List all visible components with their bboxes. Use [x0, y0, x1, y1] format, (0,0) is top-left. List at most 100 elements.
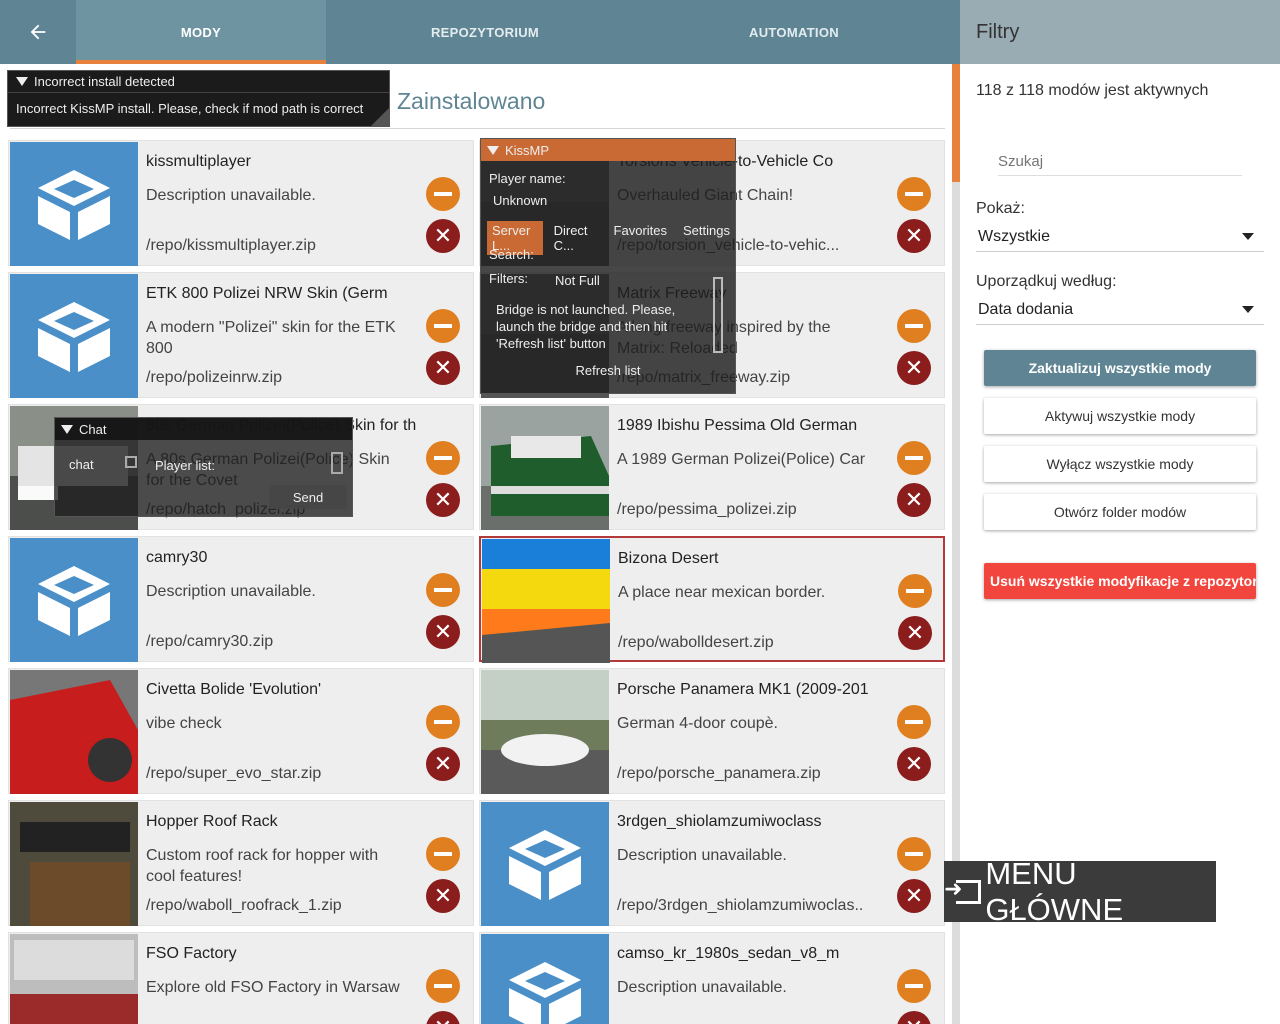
remove-repo-mods-button[interactable]: Usuń wszystkie modyfikacje z repozytoriu…: [984, 563, 1256, 599]
disable-mod-button[interactable]: [898, 574, 932, 608]
mod-title: FSO Factory: [146, 945, 237, 962]
disable-mod-button[interactable]: [426, 837, 460, 871]
scrollbar-thumb[interactable]: [952, 64, 960, 182]
disable-mod-button[interactable]: [426, 969, 460, 1003]
close-icon: ✕: [433, 223, 453, 248]
delete-mod-button[interactable]: ✕: [897, 747, 931, 781]
disable-mod-button[interactable]: [897, 705, 931, 739]
close-icon: ✕: [904, 751, 924, 776]
delete-mod-button[interactable]: ✕: [897, 483, 931, 517]
search-input[interactable]: [998, 148, 1242, 176]
delete-mod-button[interactable]: ✕: [426, 483, 460, 517]
show-select[interactable]: Wszystkie: [976, 222, 1264, 252]
disable-mod-button[interactable]: [426, 309, 460, 343]
kissmp-window: KissMP Player name: Unknown Server L... …: [480, 138, 736, 394]
delete-mod-button[interactable]: ✕: [897, 1011, 931, 1024]
mod-card[interactable]: Porsche Panamera MK1 (2009-201 German 4-d…: [479, 668, 945, 794]
main-menu-label: MENU GŁÓWNE: [985, 855, 1124, 927]
close-icon: ✕: [433, 751, 453, 776]
disable-mod-button[interactable]: [426, 177, 460, 211]
sort-label: Uporządkuj według:: [976, 273, 1117, 290]
delete-mod-button[interactable]: ✕: [897, 879, 931, 913]
delete-mod-button[interactable]: ✕: [897, 219, 931, 253]
close-icon: ✕: [904, 883, 924, 908]
sort-select[interactable]: Data dodania: [976, 295, 1264, 325]
mod-thumbnail: [10, 142, 138, 266]
send-button[interactable]: Send: [269, 485, 347, 509]
mods-list-area: Zainstalowano kissmultiplayer Description…: [0, 64, 952, 1024]
main-menu-button[interactable]: MENU GŁÓWNE: [944, 856, 1216, 927]
close-icon: ✕: [905, 1017, 923, 1024]
player-list-scroll-icon[interactable]: [331, 452, 343, 474]
filters-value[interactable]: Not Full: [555, 273, 600, 288]
disable-mod-button[interactable]: [426, 573, 460, 607]
mod-description: Custom roof rack for hopper with cool fe…: [146, 847, 379, 885]
mod-title: Bizona Desert: [618, 550, 719, 567]
delete-mod-button[interactable]: ✕: [897, 351, 931, 385]
collapse-triangle-icon[interactable]: [487, 145, 499, 155]
tab-direct-connect[interactable]: Direct C...: [549, 221, 603, 255]
mod-card[interactable]: Hopper Roof Rack Custom roof rack for hop…: [8, 800, 474, 926]
mod-thumbnail: [10, 934, 138, 1024]
install-error-title: Incorrect install detected: [34, 74, 175, 89]
mod-title: 3rdgen_shiolamzumiwoclass: [617, 813, 822, 830]
mod-thumbnail: [481, 934, 609, 1024]
kissmp-scrollbar[interactable]: [713, 277, 723, 353]
tab-settings[interactable]: Settings: [678, 221, 735, 255]
close-icon: ✕: [905, 620, 925, 645]
disable-mod-button[interactable]: [897, 837, 931, 871]
mod-description: A place near mexican border.: [618, 584, 826, 601]
tab-mody[interactable]: MODY: [76, 0, 326, 64]
mod-thumbnail: [482, 539, 610, 663]
mod-card[interactable]: 1989 Ibishu Pessima Old German A 1989 Ger…: [479, 404, 945, 530]
delete-mod-button[interactable]: ✕: [426, 1011, 460, 1024]
tab-repozytorium[interactable]: REPOZYTORIUM: [326, 0, 644, 64]
mod-description: Description unavailable.: [146, 187, 316, 204]
delete-mod-button[interactable]: ✕: [426, 351, 460, 385]
delete-mod-button[interactable]: ✕: [426, 615, 460, 649]
disable-all-button[interactable]: Wyłącz wszystkie mody: [984, 446, 1256, 482]
player-list-label: Player list:: [155, 458, 215, 473]
mod-card[interactable]: camso_kr_1980s_sedan_v8_m Description una…: [479, 932, 945, 1024]
disable-mod-button[interactable]: [897, 969, 931, 1003]
mod-card[interactable]: ETK 800 Polizei NRW Skin (Germ A modern "…: [8, 272, 474, 398]
delete-mod-button[interactable]: ✕: [426, 219, 460, 253]
chat-window: Chat chat Player list: Send: [54, 417, 353, 517]
bridge-message: Bridge is not launched. Please, launch t…: [496, 302, 676, 351]
mod-card[interactable]: Bizona Desert A place near mexican border…: [479, 536, 945, 663]
delete-mod-button[interactable]: ✕: [426, 879, 460, 913]
tab-automation[interactable]: AUTOMATION: [644, 0, 944, 64]
activate-all-button[interactable]: Aktywuj wszystkie mody: [984, 398, 1256, 434]
disable-mod-button[interactable]: [897, 309, 931, 343]
disable-mod-button[interactable]: [426, 705, 460, 739]
install-error-header[interactable]: Incorrect install detected: [8, 71, 389, 93]
mod-card[interactable]: camry30 Description unavailable. /repo/cam…: [8, 536, 474, 662]
disable-mod-button[interactable]: [426, 441, 460, 475]
disable-mod-button[interactable]: [897, 177, 931, 211]
tab-favorites[interactable]: Favorites: [609, 221, 672, 255]
disable-mod-button[interactable]: [897, 441, 931, 475]
mod-card[interactable]: 3rdgen_shiolamzumiwoclass Description una…: [479, 800, 945, 926]
mod-card[interactable]: FSO Factory Explore old FSO Factory in Wa…: [8, 932, 474, 1024]
resize-handle-icon[interactable]: [371, 108, 389, 126]
delete-mod-button[interactable]: ✕: [426, 747, 460, 781]
collapse-triangle-icon[interactable]: [61, 424, 73, 434]
refresh-list-button[interactable]: Refresh list: [481, 363, 735, 378]
chat-header[interactable]: Chat: [55, 418, 352, 440]
delete-mod-button[interactable]: ✕: [898, 616, 932, 650]
mod-thumbnail: [481, 670, 609, 794]
chat-scroll-icon[interactable]: [125, 456, 137, 468]
open-folder-button[interactable]: Otwórz folder modów: [984, 494, 1256, 530]
update-all-button[interactable]: Zaktualizuj wszystkie mody: [984, 350, 1256, 386]
mod-path: /repo/wabolldesert.zip: [618, 634, 774, 651]
chat-label: chat: [69, 457, 94, 472]
mod-card[interactable]: kissmultiplayer Description unavailable. /…: [8, 140, 474, 266]
active-mods-count: 118 z 118 modów jest aktywnych: [976, 82, 1209, 99]
kissmp-title: KissMP: [505, 142, 550, 158]
player-name-input[interactable]: Unknown: [493, 193, 547, 208]
kissmp-header[interactable]: KissMP: [481, 139, 735, 161]
mod-card[interactable]: Civetta Bolide 'Evolution' vibe check/rep…: [8, 668, 474, 794]
back-button[interactable]: [0, 0, 76, 64]
filters-title: Filtry: [960, 0, 1280, 64]
collapse-triangle-icon[interactable]: [16, 77, 28, 86]
